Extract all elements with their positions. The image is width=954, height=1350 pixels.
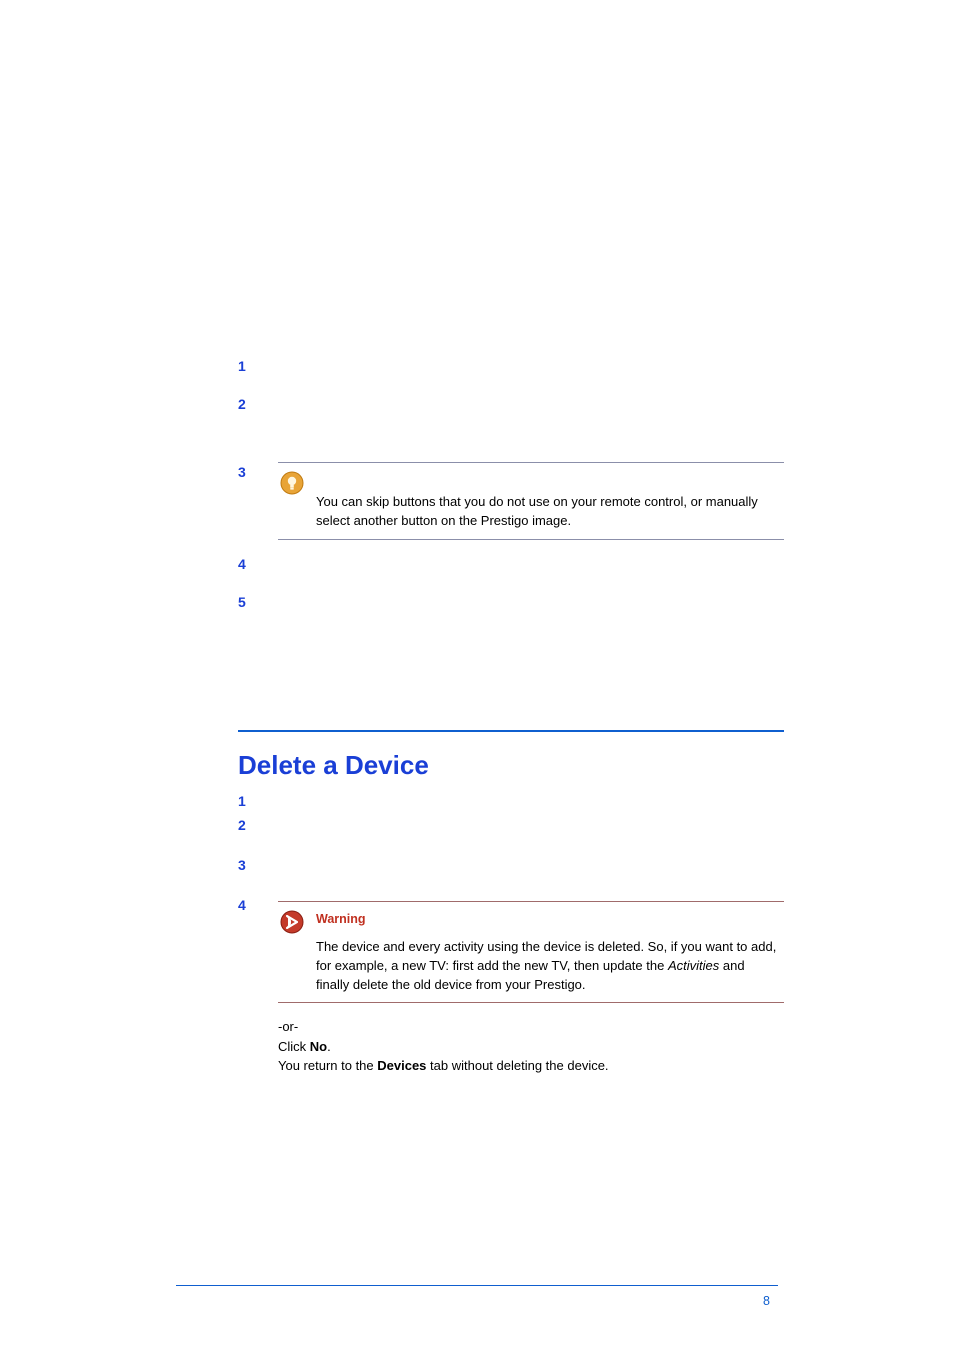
tail-devices: Devices (377, 1058, 426, 1073)
warning-heading: Warning (316, 910, 784, 928)
step: 2 (238, 815, 784, 833)
alternate-instruction: -or- Click No. You return to the Devices… (278, 1017, 784, 1076)
step-number: 5 (238, 592, 278, 610)
step: 1 (238, 791, 784, 809)
step-number: 1 (238, 356, 278, 374)
tail-return-pre: You return to the (278, 1058, 377, 1073)
step-number: 3 (238, 855, 278, 873)
step-number: 2 (238, 394, 278, 412)
tail-click-line: Click No. (278, 1037, 780, 1057)
tip-text: You can skip buttons that you do not use… (316, 471, 784, 531)
step-number: 4 (238, 554, 278, 572)
step: 4 (238, 554, 784, 572)
step: 3 (238, 855, 784, 873)
step: 5 (238, 592, 784, 610)
step: 2 (238, 394, 784, 412)
section-heading: Delete a Device (238, 750, 784, 781)
step: 1 (238, 356, 784, 374)
step: 4 War (238, 895, 784, 1004)
step-number: 4 (238, 895, 278, 913)
tail-return-line: You return to the Devices tab without de… (278, 1056, 780, 1076)
warning-box: Warning The device and every activity us… (278, 901, 784, 1004)
tip-box: You can skip buttons that you do not use… (278, 462, 784, 540)
page-content: 1 2 3 (238, 356, 784, 1076)
step-number: 1 (238, 791, 278, 809)
tail-or: -or- (278, 1017, 780, 1037)
page-number: 8 (763, 1294, 770, 1308)
footer-divider (176, 1285, 778, 1286)
warn-text-italic: Activities (668, 958, 719, 973)
step-number: 2 (238, 815, 278, 833)
tail-return-post: tab without deleting the device. (426, 1058, 608, 1073)
tail-click-post: . (327, 1039, 331, 1054)
step-number: 3 (238, 462, 278, 480)
step: 3 You can skip buttons that you do no (238, 462, 784, 540)
tip-icon (278, 471, 316, 501)
tail-click: Click (278, 1039, 310, 1054)
warning-icon (278, 910, 316, 940)
section-divider (238, 730, 784, 732)
warning-text: The device and every activity using the … (316, 938, 784, 995)
tail-no: No (310, 1039, 327, 1054)
